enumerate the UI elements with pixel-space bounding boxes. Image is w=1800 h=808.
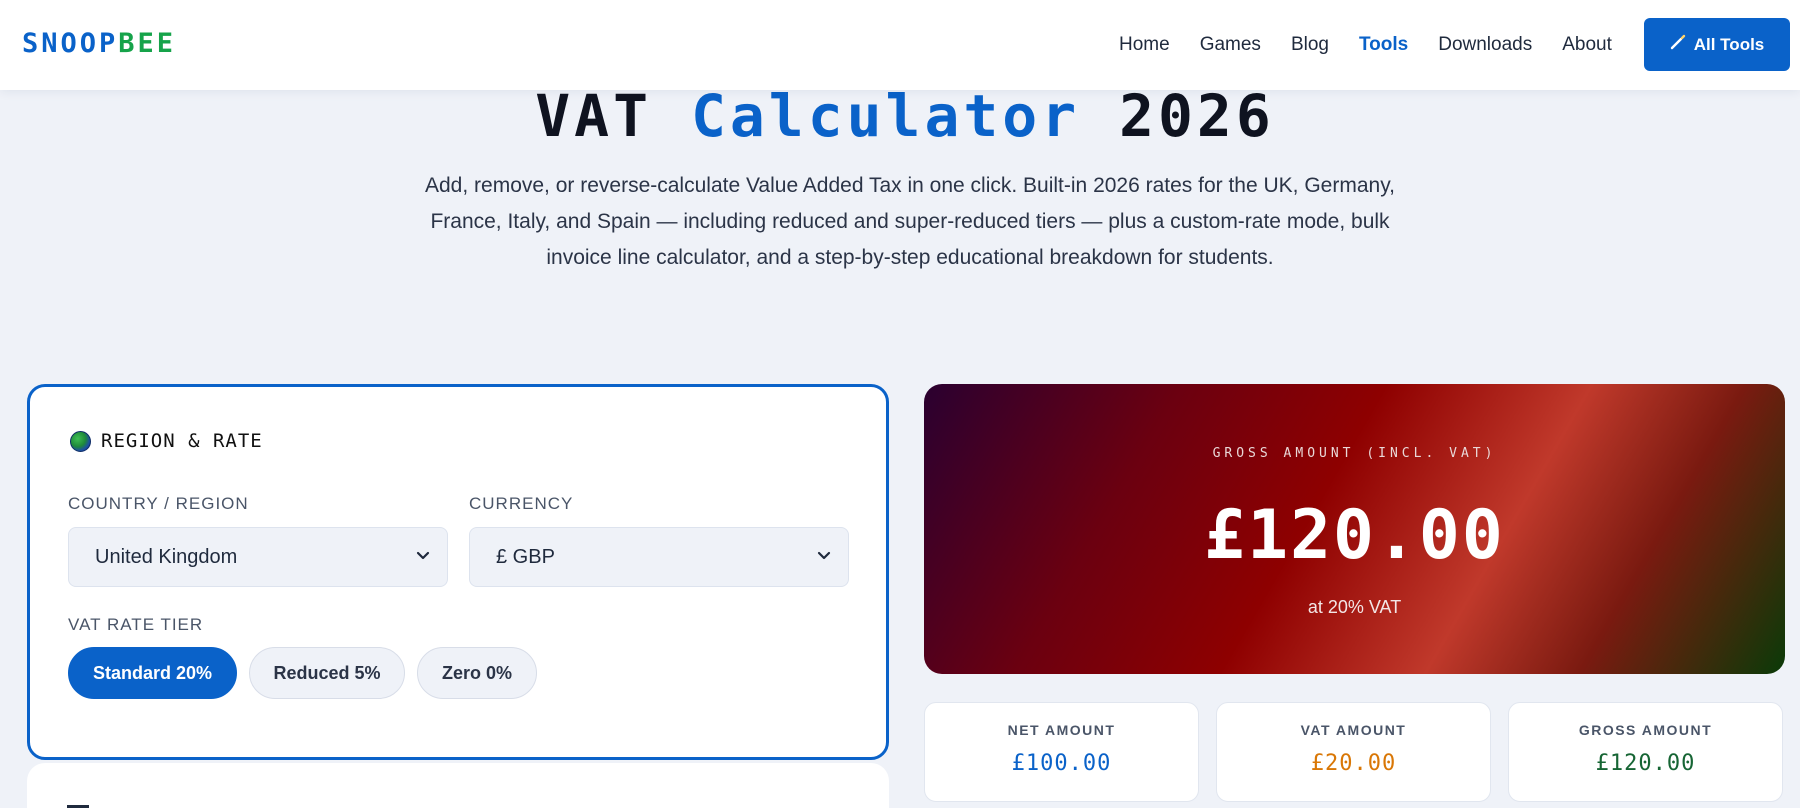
all-tools-label: All Tools <box>1693 34 1765 54</box>
gross-result-card: GROSS AMOUNT (INCL. VAT) £120.00 at 20% … <box>924 384 1785 674</box>
gross-amount-label: GROSS AMOUNT <box>1578 722 1713 738</box>
result-value: £120.00 <box>1204 496 1505 575</box>
gross-amount-value: £120.00 <box>1595 751 1696 776</box>
title-year: 2026 <box>1119 82 1275 150</box>
wand-icon <box>1670 34 1686 55</box>
chevron-down-icon <box>413 545 433 565</box>
nav-about[interactable]: About <box>1562 34 1612 56</box>
logo-part-snoop: SNOOP <box>22 28 119 59</box>
all-tools-button[interactable]: All Tools <box>1644 18 1790 71</box>
vat-amount-value: £20.00 <box>1310 751 1397 776</box>
logo-part-bee: BEE <box>118 28 177 59</box>
net-amount-card: NET AMOUNT £100.00 <box>924 702 1199 802</box>
currency-label: CURRENCY <box>469 494 574 513</box>
vat-amount-card: VAT AMOUNT £20.00 <box>1216 702 1491 802</box>
nav-games[interactable]: Games <box>1200 34 1261 56</box>
title-vat: VAT <box>535 82 653 150</box>
result-rate-note: at 20% VAT <box>1307 597 1402 617</box>
logo[interactable]: SNOOPBEE <box>22 28 176 59</box>
globe-icon <box>70 430 91 452</box>
vat-tier-group: Standard 20% Reduced 5% Zero 0% <box>68 647 549 699</box>
nav-downloads[interactable]: Downloads <box>1438 34 1532 56</box>
region-rate-card: REGION & RATE COUNTRY / REGION United Ki… <box>27 384 889 760</box>
vat-amount-label: VAT AMOUNT <box>1300 722 1407 738</box>
gross-amount-card: GROSS AMOUNT £120.00 <box>1508 702 1783 802</box>
currency-select[interactable]: £ GBP <box>469 527 849 587</box>
net-amount-value: £100.00 <box>1011 751 1112 776</box>
next-section-card <box>27 763 889 808</box>
currency-value: £ GBP <box>496 545 555 568</box>
page-subtitle: Add, remove, or reverse-calculate Value … <box>425 174 1395 269</box>
tier-standard-button[interactable]: Standard 20% <box>68 647 237 699</box>
title-calculator: Calculator <box>690 82 1081 150</box>
result-label: GROSS AMOUNT (INCL. VAT) <box>1212 446 1497 461</box>
region-rate-heading: REGION & RATE <box>70 430 263 452</box>
nav-home[interactable]: Home <box>1119 34 1170 56</box>
country-label: COUNTRY / REGION <box>68 494 249 513</box>
site-header: SNOOPBEE Home Games Blog Tools Downloads… <box>0 0 1800 90</box>
vat-tier-label: VAT RATE TIER <box>68 615 204 634</box>
country-select[interactable]: United Kingdom <box>68 527 448 587</box>
net-amount-label: NET AMOUNT <box>1007 722 1116 738</box>
region-rate-title: REGION & RATE <box>101 430 263 452</box>
tier-zero-button[interactable]: Zero 0% <box>417 647 537 699</box>
chevron-down-icon <box>814 545 834 565</box>
nav-blog[interactable]: Blog <box>1291 34 1329 56</box>
country-value: United Kingdom <box>95 545 238 568</box>
nav-tools[interactable]: Tools <box>1359 34 1408 56</box>
tier-reduced-button[interactable]: Reduced 5% <box>249 647 405 699</box>
page-title: VAT Calculator 2026 <box>0 82 1800 150</box>
main-nav: Home Games Blog Tools Downloads About <box>1119 0 1642 90</box>
